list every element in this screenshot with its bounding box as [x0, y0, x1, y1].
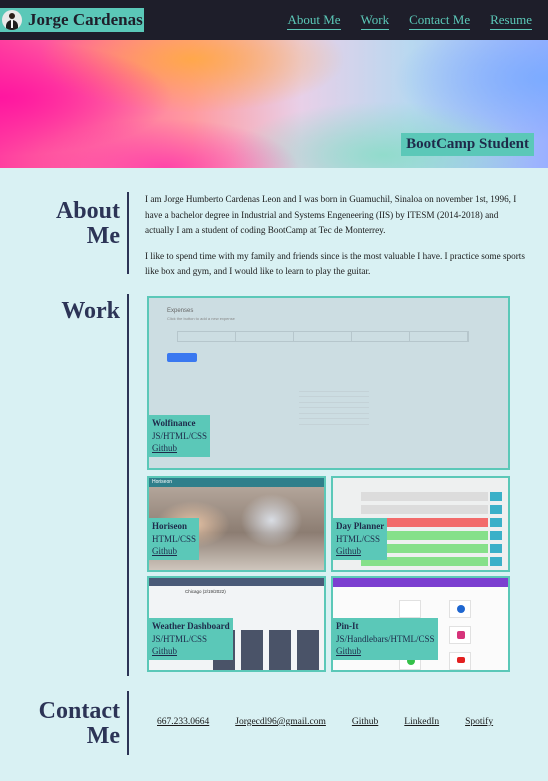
contact-spotify-link[interactable]: Spotify [465, 717, 493, 727]
preview-header [149, 578, 324, 586]
project-tech: HTML/CSS [336, 533, 381, 544]
project-info: Weather Dashboard JS/HTML/CSS Github [149, 618, 233, 660]
brand[interactable]: Jorge Cardenas [0, 8, 144, 32]
contact-phone-link[interactable]: 667.233.0664 [157, 717, 209, 727]
hero-banner: BootCamp Student [0, 40, 548, 168]
project-info: Day Planner HTML/CSS Github [333, 518, 388, 560]
project-github-link[interactable]: Github [336, 645, 435, 658]
project-card-wolfinance[interactable]: Expenses Click the button to add a new e… [147, 296, 510, 470]
project-tech: JS/HTML/CSS [152, 430, 208, 441]
work-heading: Work [61, 298, 120, 324]
about-divider [127, 192, 129, 274]
project-github-link[interactable]: Github [152, 545, 196, 558]
preview-add-button [167, 353, 197, 362]
preview-table [299, 386, 369, 425]
project-github-link[interactable]: Github [152, 442, 207, 455]
nav-about-me[interactable]: About Me [287, 12, 341, 30]
contact-links: 667.233.0664 Jorgecdl96@gmail.com Github… [157, 717, 519, 727]
nav-work[interactable]: Work [360, 12, 390, 30]
preview-title: Horiseon [152, 479, 173, 485]
app-icon [457, 605, 465, 613]
preview-header [333, 578, 508, 587]
about-paragraph: I like to spend time with my family and … [145, 250, 525, 277]
preview-input-row [177, 331, 469, 342]
project-card-day-planner[interactable]: Day Planner HTML/CSS Github [331, 476, 510, 572]
project-tech: JS/HTML/CSS [152, 633, 208, 644]
project-name: Pin-It [336, 621, 359, 631]
project-github-link[interactable]: Github [336, 545, 384, 558]
avatar [2, 10, 22, 30]
app-icon [457, 631, 465, 639]
top-navbar: Jorge Cardenas About Me Work Contact Me … [0, 0, 548, 40]
site-owner-name: Jorge Cardenas [28, 10, 143, 29]
project-name: Weather Dashboard [152, 621, 230, 631]
about-paragraph: I am Jorge Humberto Cardenas Leon and I … [145, 194, 517, 235]
contact-divider [127, 691, 129, 755]
hero-badge: BootCamp Student [401, 133, 534, 156]
contact-github-link[interactable]: Github [352, 717, 378, 727]
project-name: Day Planner [336, 521, 385, 531]
project-info: Horiseon HTML/CSS Github [149, 518, 200, 560]
project-card-horiseon[interactable]: Horiseon Horiseon HTML/CSS Github [147, 476, 326, 572]
about-heading: About Me [55, 198, 120, 249]
app-icon [457, 657, 465, 663]
nav-resume[interactable]: Resume [490, 12, 532, 30]
work-divider [127, 294, 129, 676]
project-github-link[interactable]: Github [152, 645, 230, 658]
preview-subtitle: Click the button to add a new expense [167, 316, 235, 321]
project-name: Wolfinance [152, 418, 196, 428]
main-nav: About Me Work Contact Me Resume [287, 12, 532, 30]
project-info: Pin-It JS/Handlebars/HTML/CSS Github [333, 618, 438, 660]
contact-heading: Contact Me [38, 698, 120, 749]
preview-title: Expenses [167, 308, 194, 314]
project-tech: HTML/CSS [152, 533, 197, 544]
contact-email-link[interactable]: Jorgecdl96@gmail.com [235, 717, 326, 727]
project-tech: JS/Handlebars/HTML/CSS [336, 633, 435, 644]
project-info: Wolfinance JS/HTML/CSS Github [149, 415, 211, 457]
preview-city: Chicago (2/19/2022) [185, 589, 226, 594]
nav-contact-me[interactable]: Contact Me [409, 12, 471, 30]
preview-header: Horiseon [149, 478, 324, 487]
contact-linkedin-link[interactable]: LinkedIn [404, 717, 439, 727]
project-card-pin-it[interactable]: Pin-It JS/Handlebars/HTML/CSS Github [331, 576, 510, 672]
project-name: Horiseon [152, 521, 187, 531]
about-text: I am Jorge Humberto Cardenas Leon and I … [145, 192, 525, 280]
project-card-weather-dashboard[interactable]: Chicago (2/19/2022) Weather Dashboard JS… [147, 576, 326, 672]
